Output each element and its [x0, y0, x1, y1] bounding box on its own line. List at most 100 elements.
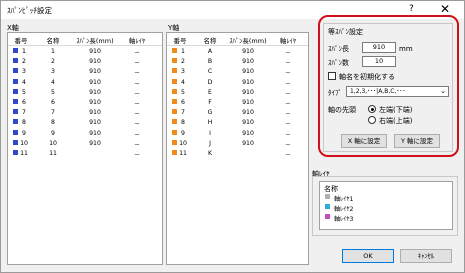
y-col-number[interactable]: 番号 — [169, 35, 191, 45]
x-col-layer[interactable]: 軸ﾚｲﾔ — [122, 35, 152, 45]
table-row[interactable]: 10 J 910 － — [167, 139, 308, 149]
table-row[interactable]: 2 B 910 － — [167, 58, 308, 67]
cell-layer: － — [133, 152, 141, 159]
dialog-title: ｽﾊﾟﾝﾋﾟｯﾁ設定 — [7, 6, 52, 15]
span-length-label: ｽﾊﾟﾝ長 — [328, 45, 349, 53]
init-names-label[interactable]: 軸名を初期化する — [339, 72, 395, 82]
table-row[interactable]: 1 A 910 － — [167, 48, 308, 57]
close-icon[interactable]: ✕ — [437, 2, 453, 16]
table-row[interactable]: 3 3 910 － — [8, 68, 162, 77]
table-row[interactable]: 11 K － — [167, 150, 308, 159]
span-length-input[interactable]: 910 — [362, 42, 396, 53]
layer-name: 軸ﾚｲﾔ1 — [334, 196, 354, 203]
table-row[interactable]: 5 5 910 － — [8, 88, 162, 98]
cell-name: K — [207, 150, 213, 157]
cell-layer: － — [133, 131, 141, 139]
cell-name: D — [207, 78, 213, 86]
set-y-axis-button[interactable]: Y 軸に設定 — [394, 134, 440, 148]
cell-no: 8 — [181, 119, 185, 127]
table-row[interactable]: 8 8 910 － — [8, 119, 162, 128]
cell-no: 3 — [22, 68, 26, 76]
cell-span: 910 — [242, 119, 254, 127]
table-row[interactable]: 3 C 910 － — [167, 68, 308, 77]
cell-layer: － — [284, 121, 292, 129]
cell-layer: － — [133, 111, 141, 119]
table-row[interactable]: 1 1 910 － — [8, 48, 162, 57]
chevron-down-icon: ⌄ — [440, 87, 446, 95]
y-col-name[interactable]: 名称 — [195, 35, 225, 45]
table-row[interactable]: 8 H 910 － — [167, 119, 308, 128]
table-row[interactable]: 7 G 910 － — [167, 109, 308, 118]
cell-layer: － — [284, 60, 292, 68]
y-axis-grid[interactable]: 番号 名称 ｽﾊﾟﾝ長(mm) 軸ﾚｲﾔ 1 A 910 － 2 B 910 － 3 C 910 － 4… — [166, 32, 309, 265]
span-count-input[interactable]: 10 — [362, 56, 396, 67]
table-row[interactable]: 9 9 910 － — [8, 129, 162, 139]
cell-layer: － — [284, 101, 292, 108]
cell-no: 10 — [20, 139, 28, 147]
cell-layer: － — [284, 141, 292, 149]
list-item[interactable]: 軸ﾚｲﾔ1 — [320, 194, 452, 203]
cell-no: 6 — [181, 99, 185, 106]
span-pitch-dialog: ｽﾊﾟﾝﾋﾟｯﾁ設定 ? ✕ X軸 番号 名称 ｽﾊﾟﾝ長(mm) 軸ﾚｲﾔ 1… — [0, 0, 465, 273]
cell-span: 910 — [89, 48, 101, 55]
table-row[interactable]: 6 F 910 － — [167, 99, 308, 108]
set-x-axis-button[interactable]: X 軸に設定 — [341, 134, 387, 148]
x-grid-header: 番号 名称 ｽﾊﾟﾝ長(mm) 軸ﾚｲﾔ — [8, 33, 162, 46]
cell-name: 4 — [51, 78, 55, 86]
cell-span: 910 — [89, 139, 101, 147]
cell-layer: － — [133, 101, 141, 108]
y-col-layer[interactable]: 軸ﾚｲﾔ — [273, 35, 303, 45]
type-select-value: 1,2,3,･･･|A,B,C,･･･ — [350, 88, 406, 95]
type-select[interactable]: 1,2,3,･･･|A,B,C,･･･ ⌄ — [346, 86, 449, 97]
radio-left-end[interactable] — [368, 105, 376, 113]
cell-no: 7 — [22, 109, 26, 117]
cell-name: C — [207, 68, 213, 76]
cancel-button[interactable]: ｷｬﾝｾﾙ — [400, 249, 452, 263]
x-axis-grid[interactable]: 番号 名称 ｽﾊﾟﾝ長(mm) 軸ﾚｲﾔ 1 1 910 － 2 2 910 － 3 3 910 － 4… — [7, 32, 163, 265]
table-row[interactable]: 6 6 910 － — [8, 99, 162, 108]
x-col-number[interactable]: 番号 — [10, 35, 32, 45]
table-row[interactable]: 11 11 － — [8, 150, 162, 159]
cell-layer: － — [133, 80, 141, 88]
cell-name: B — [207, 58, 213, 66]
radio-right-label[interactable]: 右端(上端) — [379, 116, 412, 126]
span-length-unit: mm — [399, 45, 413, 53]
layer-color-swatch — [325, 194, 330, 199]
span-count-label: ｽﾊﾟﾝ数 — [328, 59, 349, 67]
cell-span: 910 — [242, 99, 254, 106]
cell-no: 9 — [181, 129, 185, 137]
radio-right-end[interactable] — [368, 116, 376, 124]
table-row[interactable]: 2 2 910 － — [8, 58, 162, 67]
cell-layer: － — [133, 90, 141, 98]
table-row[interactable]: 7 7 910 － — [8, 109, 162, 118]
y-col-span[interactable]: ｽﾊﾟﾝ長(mm) — [223, 35, 273, 45]
ok-button[interactable]: OK — [342, 249, 394, 263]
cell-name: 10 — [49, 139, 57, 147]
cell-no: 11 — [20, 150, 28, 157]
table-row[interactable]: 5 E 910 － — [167, 88, 308, 98]
cell-name: 3 — [51, 68, 55, 76]
radio-left-label[interactable]: 左端(下端) — [379, 105, 412, 115]
cell-span: 910 — [242, 88, 254, 96]
x-col-span[interactable]: ｽﾊﾟﾝ長(mm) — [70, 35, 120, 45]
cell-name: H — [207, 119, 213, 127]
cell-name: 2 — [51, 58, 55, 66]
list-item[interactable]: 軸ﾚｲﾔ3 — [320, 214, 452, 223]
table-row[interactable]: 9 I 910 － — [167, 129, 308, 139]
cell-span: 910 — [89, 58, 101, 66]
table-row[interactable]: 4 D 910 － — [167, 78, 308, 88]
table-row[interactable]: 10 10 910 － — [8, 139, 162, 149]
cell-span: 910 — [89, 78, 101, 86]
table-row[interactable]: 4 4 910 － — [8, 78, 162, 88]
cell-name: I — [209, 129, 211, 137]
init-names-checkbox[interactable] — [328, 72, 336, 80]
cell-span: 910 — [89, 109, 101, 117]
cell-name: 5 — [51, 88, 55, 96]
x-col-name[interactable]: 名称 — [38, 35, 68, 45]
cell-span: 910 — [242, 48, 254, 55]
cell-layer: － — [284, 111, 292, 119]
axis-layer-list[interactable]: 名称 軸ﾚｲﾔ1 軸ﾚｲﾔ2 軸ﾚｲﾔ3 — [319, 181, 453, 230]
list-item[interactable]: 軸ﾚｲﾔ2 — [320, 204, 452, 213]
cell-no: 3 — [181, 68, 185, 76]
help-button[interactable]: ? — [409, 4, 414, 14]
